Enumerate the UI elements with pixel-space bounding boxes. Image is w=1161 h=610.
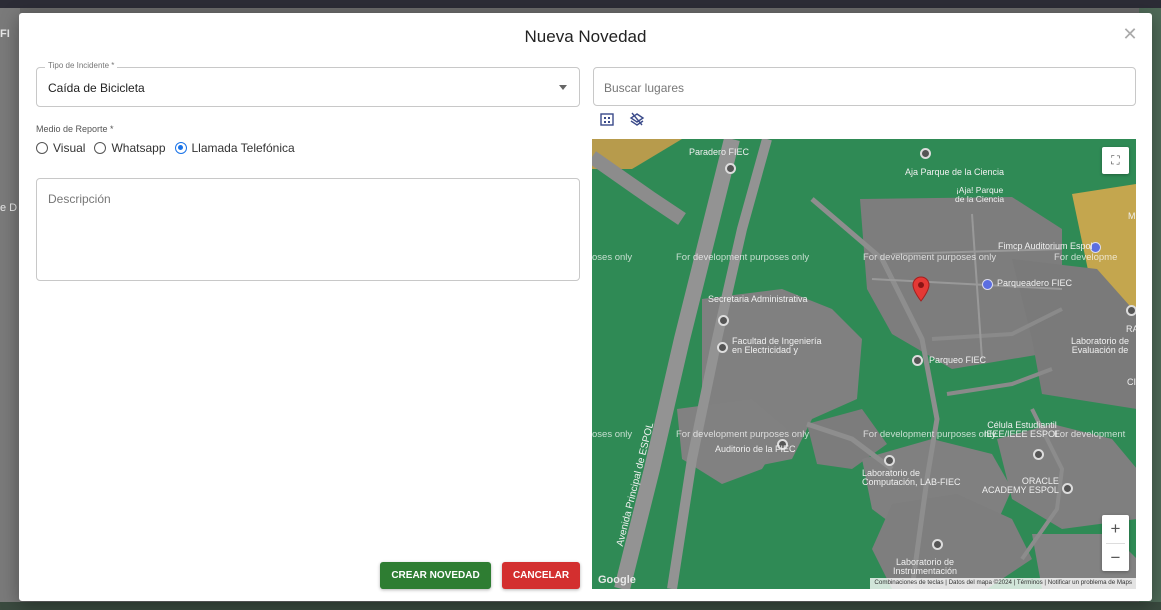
place-marker-icon[interactable]	[932, 539, 943, 550]
map-label: Aja Parque de la Ciencia	[905, 167, 1005, 177]
incident-type-label: Tipo de Incidente *	[45, 61, 118, 70]
dev-watermark: For development purposes only	[676, 252, 810, 263]
map-label: M	[1128, 211, 1136, 221]
radio-visual-label: Visual	[53, 141, 86, 155]
dev-watermark: For developme	[1054, 252, 1118, 263]
new-incident-dialog: Nueva Novedad ✕ Tipo de Incidente * Caíd…	[19, 13, 1152, 601]
map-label: Parqueadero FIEC	[997, 278, 1073, 288]
create-incident-button[interactable]: CREAR NOVEDAD	[380, 562, 491, 589]
radio-whatsapp[interactable]: Whatsapp	[94, 141, 166, 155]
place-marker-icon[interactable]	[912, 355, 923, 366]
description-textarea[interactable]: Descripción	[36, 178, 580, 281]
map-view[interactable]: Paradero FIEC Aja Parque de la Ciencia ¡…	[592, 139, 1136, 589]
radio-unchecked-icon[interactable]	[94, 142, 107, 154]
place-marker-icon[interactable]	[1126, 305, 1136, 316]
dialog-title: Nueva Novedad	[524, 27, 647, 46]
zoom-out-button[interactable]: −	[1102, 544, 1129, 572]
parking-marker-icon[interactable]	[982, 279, 993, 290]
place-marker-icon[interactable]	[920, 148, 931, 159]
place-marker-icon[interactable]	[725, 163, 736, 174]
building-tool-icon[interactable]	[599, 111, 615, 127]
layers-off-icon[interactable]	[629, 111, 645, 127]
fullscreen-icon[interactable]: ⛶	[1102, 147, 1129, 174]
dev-watermark: For development purposes only	[863, 429, 997, 440]
place-search-input[interactable]: Buscar lugares	[593, 67, 1136, 106]
map-label: ¡Aja! Parque de la Ciencia	[955, 185, 1005, 204]
map-base-layer	[592, 139, 1136, 589]
zoom-control: + −	[1102, 515, 1129, 571]
incident-type-select[interactable]: Tipo de Incidente * Caída de Bicicleta	[36, 61, 580, 107]
map-label: Secretaria Administrativa	[708, 294, 808, 304]
map-label: Laboratorio de Instrumentación	[893, 557, 958, 576]
map-attribution[interactable]: Combinaciones de teclas | Datos del mapa…	[870, 578, 1136, 589]
radio-visual[interactable]: Visual	[36, 141, 85, 155]
map-label: Paradero FIEC	[689, 147, 750, 157]
map-label: Laboratorio de Computación, LAB-FIEC	[862, 468, 961, 487]
radio-whatsapp-label: Whatsapp	[111, 141, 166, 155]
place-marker-icon[interactable]	[717, 342, 728, 353]
place-marker-icon[interactable]	[718, 315, 729, 326]
dev-watermark: oses only	[592, 429, 633, 440]
map-tool-icons	[599, 111, 645, 127]
cancel-button[interactable]: CANCELAR	[502, 562, 580, 589]
map-label: Laboratorio de Evaluación de	[1071, 336, 1130, 355]
background-text: FI	[0, 28, 10, 40]
place-search-placeholder: Buscar lugares	[604, 81, 685, 95]
dropdown-arrow-icon	[559, 85, 567, 90]
google-logo[interactable]: Google	[598, 574, 636, 586]
dev-watermark: For development purposes only	[863, 252, 997, 263]
radio-unchecked-icon[interactable]	[36, 142, 48, 154]
report-medium-radio-group: Visual Whatsapp Llamada Telefónica	[36, 141, 304, 155]
map-label: Fimcp Auditorium Espol	[998, 241, 1093, 251]
close-icon[interactable]: ✕	[1118, 22, 1142, 46]
place-marker-icon[interactable]	[1062, 483, 1073, 494]
radio-phone-call-label: Llamada Telefónica	[191, 141, 295, 155]
map-label: CIB	[1127, 377, 1136, 387]
description-placeholder: Descripción	[48, 192, 111, 206]
map-label: Facultad de Ingeniería en Electricidad y	[732, 336, 822, 355]
radio-checked-icon[interactable]	[174, 142, 187, 154]
incident-type-value: Caída de Bicicleta	[48, 81, 145, 95]
report-medium-label: Medio de Reporte *	[36, 124, 114, 134]
background-footer	[0, 602, 1161, 610]
dev-watermark: oses only	[592, 252, 633, 263]
radio-phone-call[interactable]: Llamada Telefónica	[174, 141, 295, 155]
map-label: RAI	[1126, 324, 1136, 334]
dev-watermark: For development	[1054, 429, 1126, 440]
location-pin-icon[interactable]	[912, 276, 930, 307]
place-marker-icon[interactable]	[884, 455, 895, 466]
place-marker-icon[interactable]	[1033, 449, 1044, 460]
background-text: e D	[0, 202, 18, 214]
zoom-in-button[interactable]: +	[1102, 515, 1129, 543]
background-header	[0, 0, 1161, 8]
map-label: Auditorio de la FIEC	[715, 444, 796, 454]
background-left-panel: FI e D	[0, 8, 20, 610]
dev-watermark: For development purposes only	[676, 429, 810, 440]
map-label: Parqueo FIEC	[929, 355, 987, 365]
map-label: ORACLE ACADEMY ESPOL	[982, 476, 1059, 495]
